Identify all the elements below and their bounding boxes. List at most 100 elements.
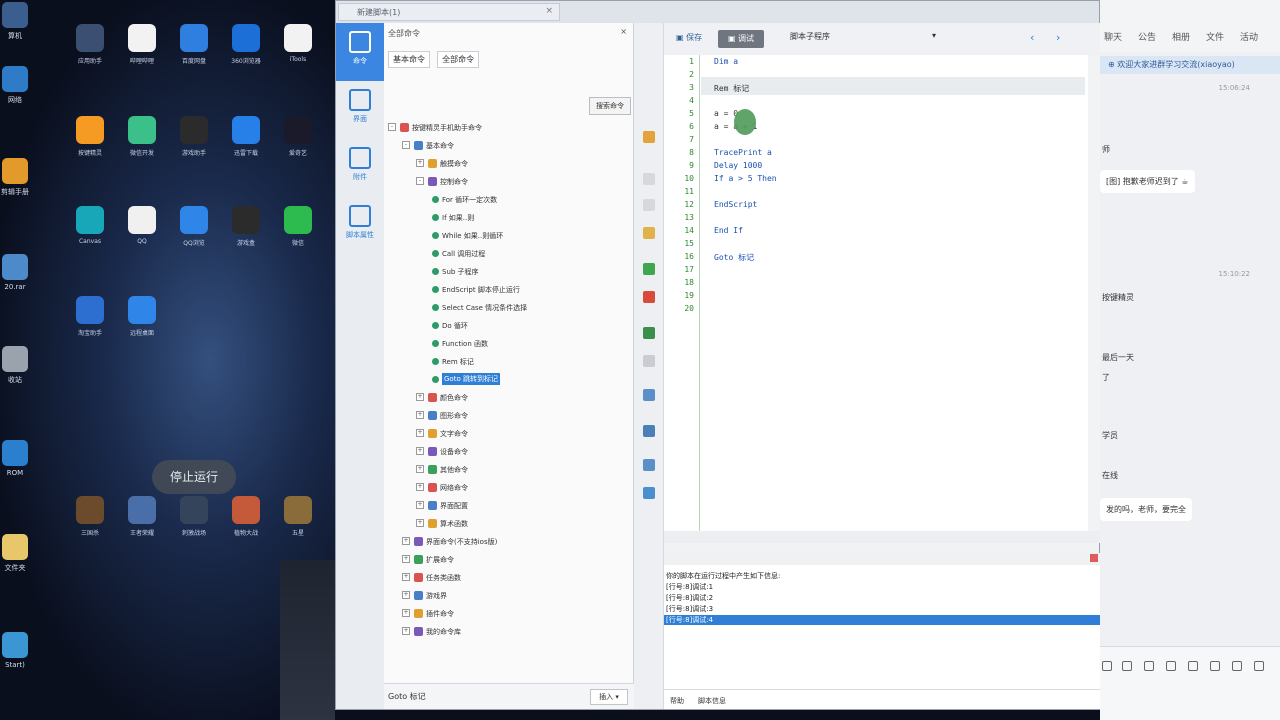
tree-folder-item[interactable]: - 基本命令	[388, 137, 628, 155]
tree-folder-item[interactable]: + 网络命令	[388, 479, 628, 497]
close-icon[interactable]: ×	[545, 6, 553, 16]
tree-folder-item[interactable]: + 插件命令	[388, 605, 628, 623]
script-tab[interactable]: 新建脚本(1) ×	[338, 3, 560, 21]
tree-folder-item[interactable]: + 触摸命令	[388, 155, 628, 173]
nav-attachments[interactable]: 附件	[336, 139, 384, 197]
desktop-icon[interactable]: 剪辑手册	[0, 158, 30, 197]
tab-all-commands[interactable]: 全部命令	[437, 51, 480, 68]
desktop-icon[interactable]: 按键精灵	[64, 116, 116, 172]
tree-folder-item[interactable]: + 算术函数	[388, 515, 628, 533]
code-line[interactable]: If a > 5 Then	[714, 174, 777, 183]
code-line[interactable]: Rem 标记	[714, 83, 749, 94]
code-line[interactable]: Goto 标记	[714, 252, 754, 263]
expand-icon[interactable]: +	[402, 627, 410, 635]
tool-icon[interactable]	[643, 263, 655, 275]
tree-command-item[interactable]: Rem 标记	[388, 353, 628, 371]
save-button[interactable]: ▣ 保存	[676, 32, 702, 43]
expand-icon[interactable]: +	[402, 537, 410, 545]
code-line[interactable]: Dim a	[714, 57, 738, 66]
desktop-icon[interactable]: 收站	[0, 346, 30, 385]
nav-commands[interactable]: 命令	[336, 23, 384, 81]
desktop-icon[interactable]: 植物大战	[220, 496, 272, 552]
tree-folder-item[interactable]: + 设备命令	[388, 443, 628, 461]
tree-folder-item[interactable]: + 扩展命令	[388, 551, 628, 569]
desktop-icon[interactable]: ROM	[0, 440, 30, 477]
desktop-icon[interactable]: 游戏助手	[168, 116, 220, 172]
tree-folder-item[interactable]: + 文字命令	[388, 425, 628, 443]
tree-folder-item[interactable]: + 游戏界	[388, 587, 628, 605]
more-icon[interactable]	[1254, 661, 1264, 671]
expand-icon[interactable]: +	[416, 465, 424, 473]
tab-chat[interactable]: 聊天	[1104, 30, 1122, 43]
desktop-icon[interactable]: 游戏盒	[220, 206, 272, 262]
desktop-icon[interactable]: 王者荣耀	[116, 496, 168, 552]
tree-command-item[interactable]: Sub 子程序	[388, 263, 628, 281]
nav-interface[interactable]: 界面	[336, 81, 384, 139]
tab-album[interactable]: 相册	[1172, 30, 1190, 43]
stop-running-badge[interactable]: 停止运行	[152, 460, 236, 494]
next-arrow-icon[interactable]: ›	[1056, 31, 1060, 44]
group-banner[interactable]: ⊕ 欢迎大家进群学习交流(xiaoyao)	[1100, 56, 1280, 74]
vertical-scrollbar[interactable]	[1088, 55, 1100, 531]
tool-icon[interactable]	[643, 389, 655, 401]
file-icon[interactable]	[1188, 661, 1198, 671]
desktop-icon[interactable]: 百度网盘	[168, 24, 220, 80]
tree-folder-item[interactable]: + 颜色命令	[388, 389, 628, 407]
search-command-button[interactable]: 搜索命令	[589, 97, 631, 115]
tool-icon[interactable]	[643, 291, 655, 303]
tool-icon[interactable]	[643, 173, 655, 185]
desktop-icon[interactable]: Start)	[0, 632, 30, 669]
tree-command-item[interactable]: Function 函数	[388, 335, 628, 353]
expand-icon[interactable]: +	[416, 501, 424, 509]
collapse-icon[interactable]: -	[416, 177, 424, 185]
expand-icon[interactable]: +	[402, 573, 410, 581]
expand-icon[interactable]: +	[416, 429, 424, 437]
tree-folder-item[interactable]: - 控制命令	[388, 173, 628, 191]
output-line[interactable]: 你的脚本在运行过程中产生如下信息:	[666, 571, 780, 581]
desktop-icon[interactable]: 哔哩哔哩	[116, 24, 168, 80]
tree-folder-item[interactable]: + 界面命令(不支持ios版)	[388, 533, 628, 551]
tree-command-item[interactable]: For 循环一定次数	[388, 191, 628, 209]
tree-folder-item[interactable]: + 其他命令	[388, 461, 628, 479]
horizontal-scrollbar[interactable]	[664, 531, 1100, 543]
tool-icon[interactable]	[643, 227, 655, 239]
tab-help[interactable]: 帮助	[670, 696, 684, 706]
gift-icon[interactable]	[1210, 661, 1220, 671]
tree-folder-item[interactable]: + 任务类函数	[388, 569, 628, 587]
pin-icon[interactable]: ×	[620, 27, 627, 36]
tab-files[interactable]: 文件	[1206, 30, 1224, 43]
image-icon[interactable]	[1144, 661, 1154, 671]
close-icon[interactable]	[1090, 554, 1098, 562]
tree-folder-item[interactable]: + 我的命令库	[388, 623, 628, 641]
desktop-icon[interactable]: 微信	[272, 206, 324, 262]
desktop-icon[interactable]: QQ	[116, 206, 168, 262]
desktop-icon[interactable]: 远程桌面	[116, 296, 168, 352]
tree-folder-item[interactable]: - 按键精灵手机助手命令	[388, 119, 628, 137]
output-line[interactable]: [行号:8]调试:1	[666, 582, 713, 592]
screenshot-icon[interactable]	[1166, 661, 1176, 671]
collapse-icon[interactable]: -	[402, 141, 410, 149]
code-line[interactable]: Delay 1000	[714, 161, 762, 170]
tool-icon[interactable]	[643, 425, 655, 437]
nav-script-properties[interactable]: 脚本属性	[336, 197, 384, 255]
tree-command-item[interactable]: Goto 跳转到标记	[388, 371, 628, 389]
debug-button[interactable]: ▣ 调试	[718, 30, 764, 48]
tree-command-item[interactable]: If 如果..则	[388, 209, 628, 227]
desktop-icon[interactable]: 微信开发	[116, 116, 168, 172]
expand-icon[interactable]: +	[402, 609, 410, 617]
expand-icon[interactable]: +	[416, 159, 424, 167]
output-line[interactable]: [行号:8]调试:4	[664, 615, 1100, 625]
desktop-icon[interactable]: 三国杀	[64, 496, 116, 552]
code-line[interactable]: EndScript	[714, 200, 757, 209]
desktop-icon[interactable]: 五星	[272, 496, 324, 552]
tool-icon[interactable]	[643, 355, 655, 367]
expand-icon[interactable]: +	[402, 555, 410, 563]
output-line[interactable]: [行号:8]调试:2	[666, 593, 713, 603]
desktop-icon[interactable]: 网络	[0, 66, 30, 105]
close-icon[interactable]	[1102, 661, 1112, 671]
expand-icon[interactable]: +	[416, 519, 424, 527]
tree-command-item[interactable]: EndScript 脚本停止运行	[388, 281, 628, 299]
desktop-icon[interactable]: 淘宝助手	[64, 296, 116, 352]
expand-icon[interactable]: +	[402, 591, 410, 599]
tool-icon[interactable]	[643, 199, 655, 211]
